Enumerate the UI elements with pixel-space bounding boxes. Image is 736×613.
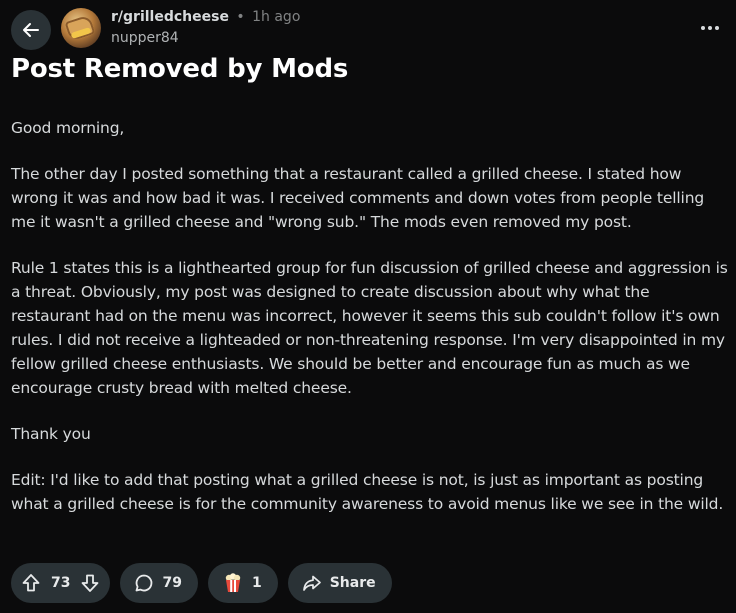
more-options-button[interactable] [698, 16, 722, 40]
post-title: Post Removed by Mods [11, 54, 349, 84]
share-arrow-icon [302, 573, 322, 593]
post-time: 1h ago [252, 9, 301, 25]
subreddit-meta: r/grilledcheese • 1h ago [111, 9, 300, 25]
arrow-down-icon[interactable] [80, 573, 100, 593]
post-paragraph: Edit: I'd like to add that posting what … [11, 471, 724, 513]
subreddit-name[interactable]: r/grilledcheese [111, 9, 229, 25]
share-button[interactable]: Share [287, 563, 392, 603]
subreddit-avatar[interactable] [61, 8, 101, 48]
post-paragraph: The other day I posted something that a … [11, 165, 705, 231]
award-count: 1 [251, 575, 262, 591]
author-username[interactable]: nupper84 [111, 30, 179, 46]
post-actions-bar: 73 79 1 Share [11, 563, 392, 603]
award-button[interactable]: 1 [207, 563, 278, 603]
comment-count: 79 [162, 575, 182, 591]
comments-button[interactable]: 79 [120, 563, 198, 603]
vote-count: 73 [51, 575, 71, 591]
post-body: Good morning, The other day I posted som… [11, 116, 733, 538]
share-label: Share [329, 575, 376, 591]
post-paragraph: Thank you [11, 425, 91, 443]
post-paragraph: Rule 1 states this is a lighthearted gro… [11, 259, 728, 397]
back-button[interactable] [11, 10, 51, 50]
arrow-up-icon[interactable] [21, 573, 41, 593]
more-horizontal-icon [700, 25, 720, 31]
post-paragraph: Good morning, [11, 119, 125, 137]
speech-bubble-icon [134, 573, 154, 593]
vote-control: 73 [11, 563, 111, 603]
popcorn-award-icon [222, 572, 244, 594]
arrow-left-icon [21, 20, 41, 40]
meta-separator: • [236, 9, 245, 25]
post-header: r/grilledcheese • 1h ago nupper84 [0, 0, 736, 52]
